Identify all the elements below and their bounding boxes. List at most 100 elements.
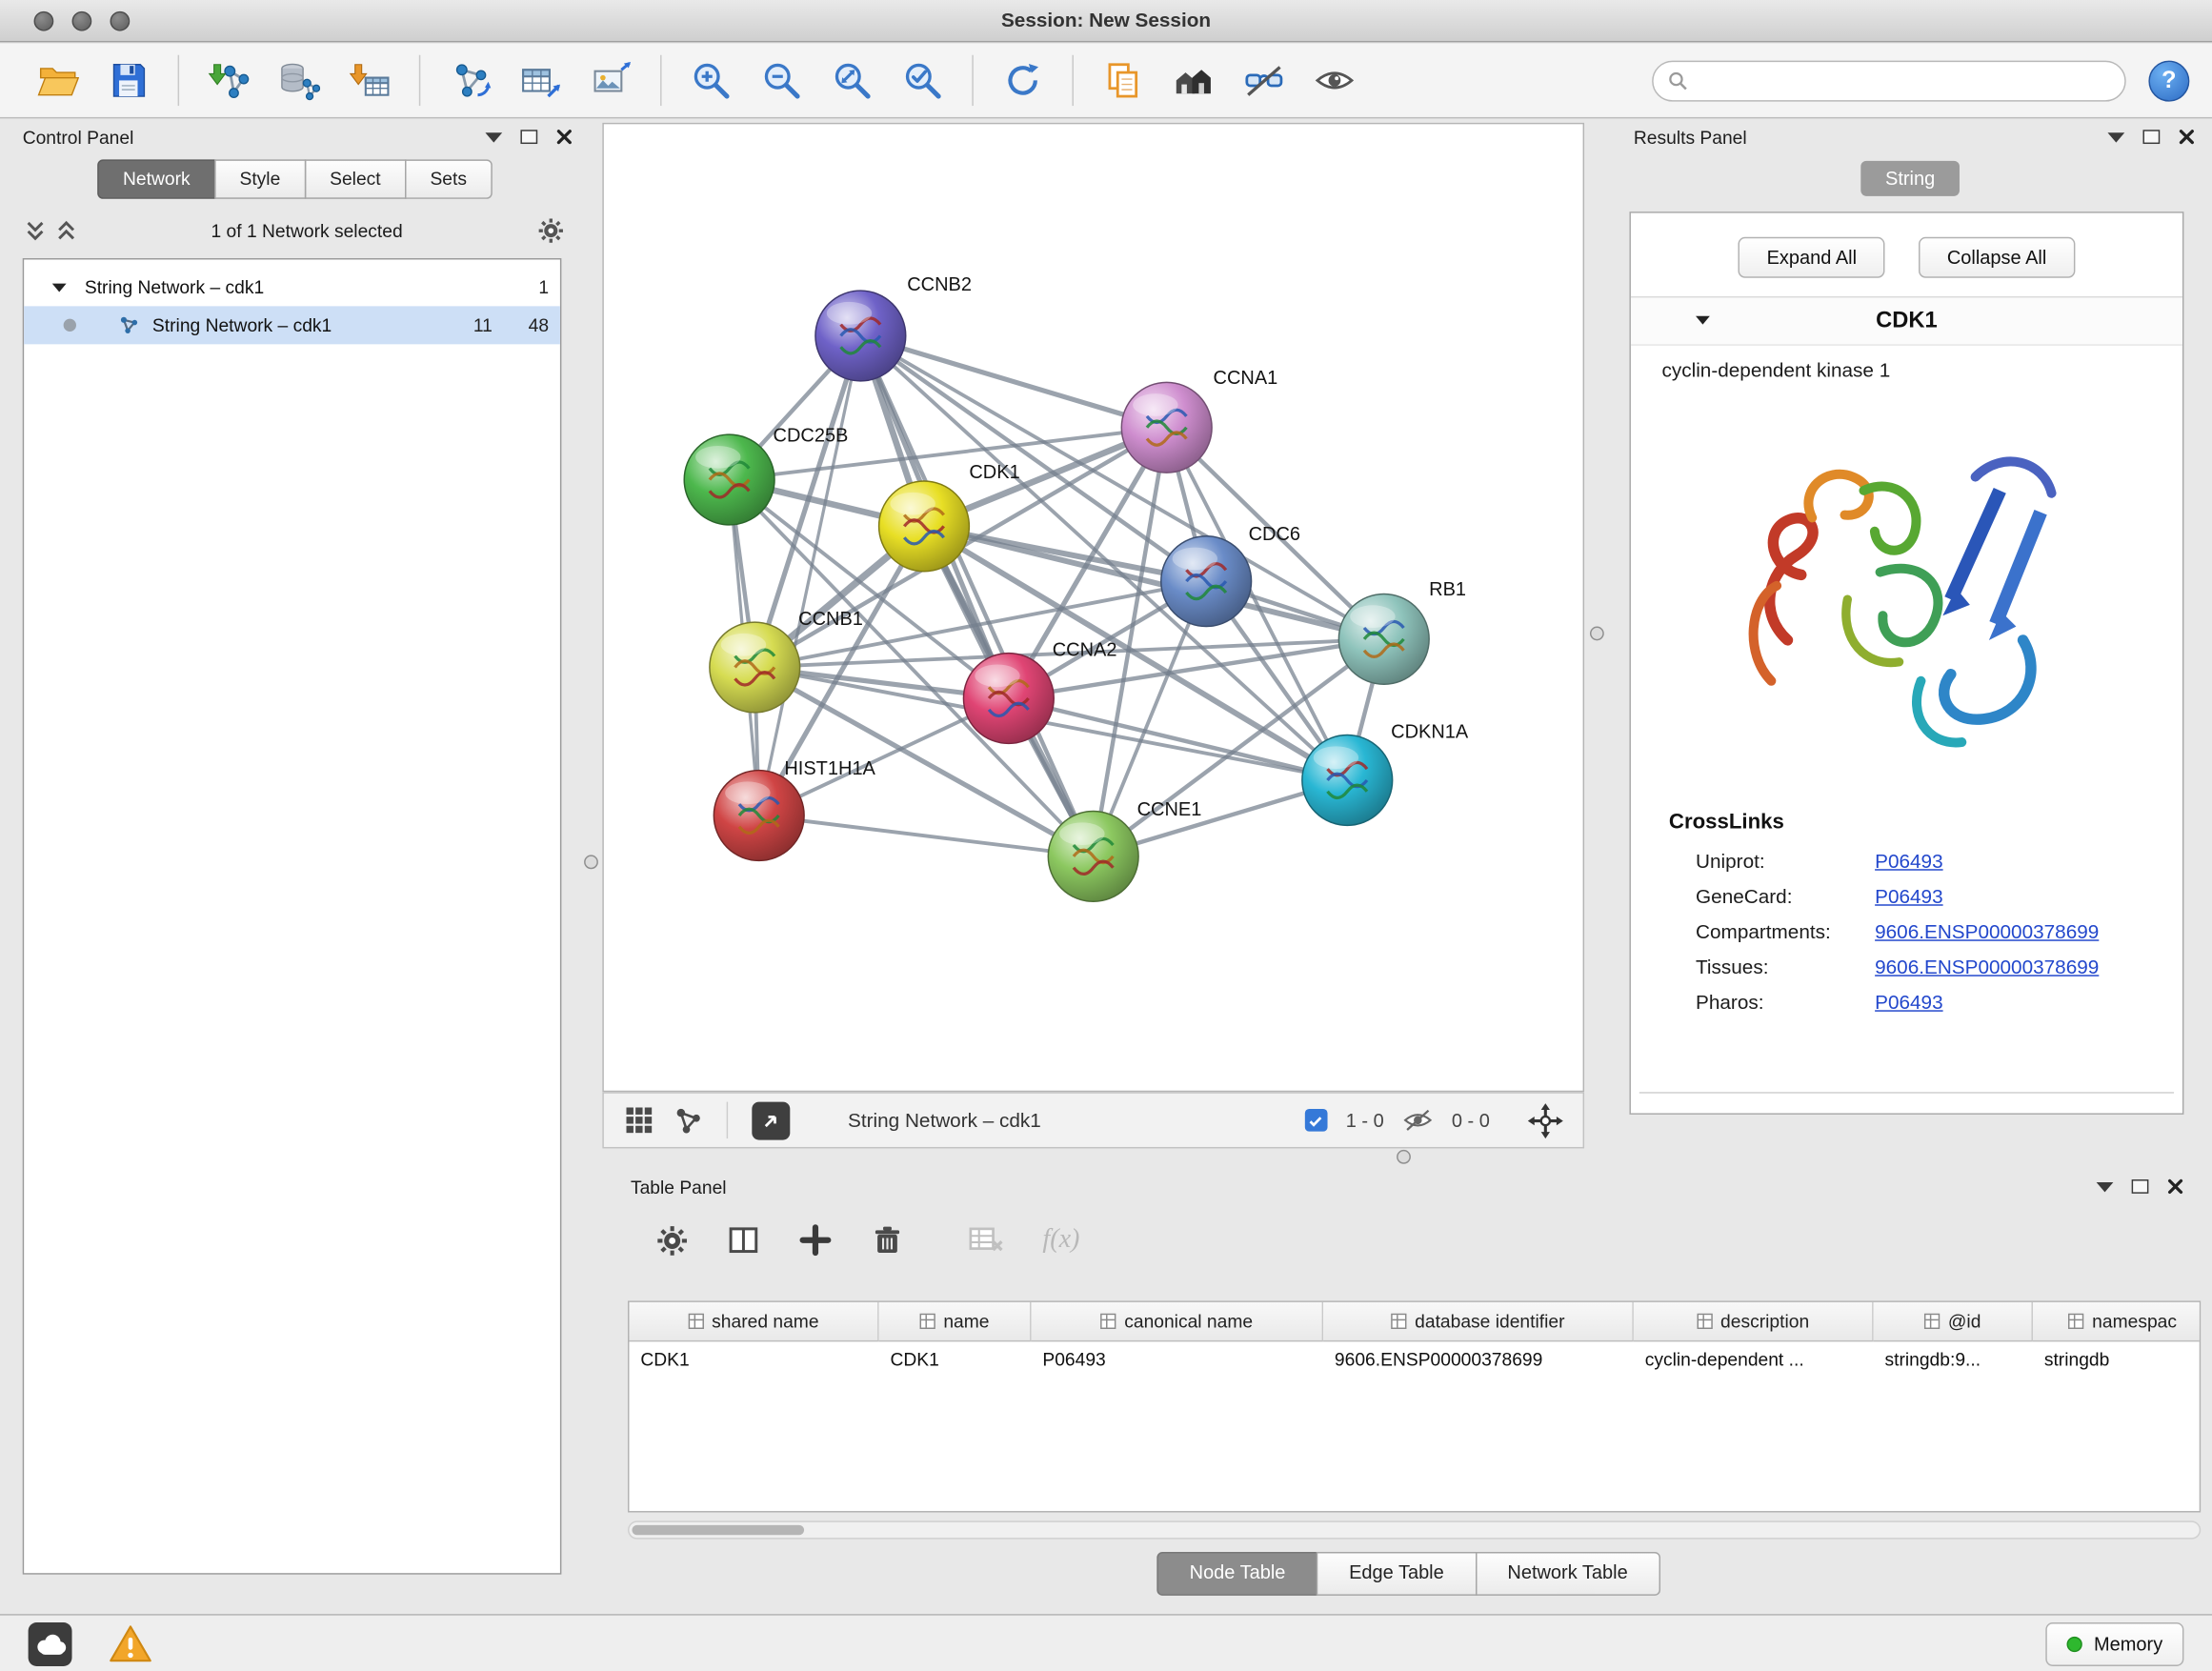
panel-menu-icon[interactable] — [2107, 131, 2124, 141]
warnings-button[interactable] — [109, 1623, 152, 1664]
zoom-in-button[interactable] — [683, 50, 739, 110]
tab-string[interactable]: String — [1861, 161, 1960, 196]
table-cell[interactable]: stringdb — [2033, 1341, 2201, 1379]
network-options-gear-icon[interactable] — [537, 216, 564, 243]
protein-section-header[interactable]: CDK1 — [1631, 297, 2182, 345]
table-horizontal-scrollbar[interactable] — [628, 1520, 2201, 1539]
table-cell[interactable]: stringdb:9... — [1874, 1341, 2033, 1379]
column-header-name[interactable]: name — [879, 1302, 1032, 1341]
refresh-layout-icon — [1001, 59, 1043, 101]
float-panel-icon[interactable] — [520, 130, 537, 144]
network-edge[interactable] — [759, 815, 1094, 856]
zoom-out-button[interactable] — [754, 50, 810, 110]
open-session-button[interactable] — [30, 50, 86, 110]
table-options-gear-icon[interactable] — [656, 1224, 689, 1257]
crosslink-link[interactable]: P06493 — [1875, 884, 1942, 907]
window-close-button[interactable] — [34, 11, 54, 31]
home-houses-icon — [1173, 59, 1215, 101]
delete-column-trash-icon[interactable] — [871, 1223, 905, 1258]
float-panel-icon[interactable] — [2132, 1179, 2149, 1194]
search-box[interactable] — [1652, 60, 2126, 101]
close-panel-icon[interactable] — [2179, 129, 2196, 146]
tab-network-table[interactable]: Network Table — [1475, 1552, 1659, 1596]
network-overview-icon[interactable] — [673, 1105, 702, 1135]
copy-button[interactable] — [1095, 50, 1151, 110]
memory-button[interactable]: Memory — [2046, 1621, 2184, 1665]
panel-menu-icon[interactable] — [2097, 1181, 2114, 1191]
search-input[interactable] — [1698, 69, 2111, 92]
collapse-all-networks-icon[interactable] — [26, 219, 46, 240]
tab-network[interactable]: Network — [97, 159, 215, 198]
column-header--id[interactable]: @id — [1874, 1302, 2033, 1341]
birdseye-grid-icon[interactable] — [624, 1105, 655, 1137]
network-canvas[interactable]: CCNB2CCNA1CDC25BCDK1CDC6RB1CCNB1CCNA2CDK… — [602, 123, 1584, 1092]
new-table-button[interactable] — [513, 50, 569, 110]
expand-all-button[interactable]: Expand All — [1739, 237, 1885, 278]
traffic-l — [34, 11, 131, 31]
network-count: 1 — [493, 276, 549, 297]
zoom-fit-button[interactable] — [824, 50, 880, 110]
save-session-button[interactable] — [100, 50, 156, 110]
bottom-splitter-handle[interactable] — [1397, 1150, 1411, 1164]
scrollbar-thumb[interactable] — [632, 1525, 804, 1535]
hide-selected-button[interactable] — [1236, 50, 1292, 110]
import-table-file-button[interactable] — [341, 50, 397, 110]
table-row[interactable]: CDK1CDK1P064939606.ENSP00000378699cyclin… — [629, 1341, 2199, 1379]
window-title: Session: New Session — [0, 0, 2212, 41]
window-minimize-button[interactable] — [72, 11, 92, 31]
tab-edge-table[interactable]: Edge Table — [1317, 1552, 1477, 1596]
import-network-database-button[interactable] — [271, 50, 327, 110]
cloud-button[interactable] — [29, 1621, 72, 1665]
tab-style[interactable]: Style — [214, 159, 306, 198]
crosslink-link[interactable]: P06493 — [1875, 990, 1942, 1013]
help-button[interactable]: ? — [2148, 60, 2189, 101]
table-cell[interactable]: CDK1 — [879, 1341, 1032, 1379]
window-zoom-button[interactable] — [111, 11, 131, 31]
tree-expander-icon[interactable] — [52, 283, 67, 292]
fit-content-crosshair-icon[interactable] — [1528, 1102, 1563, 1137]
new-network-button[interactable] — [442, 50, 498, 110]
expand-all-networks-icon[interactable] — [56, 219, 76, 240]
right-splitter-handle[interactable] — [1590, 627, 1604, 641]
show-columns-icon[interactable] — [727, 1223, 761, 1258]
apply-layout-button[interactable] — [995, 50, 1051, 110]
close-panel-icon[interactable] — [2167, 1178, 2184, 1196]
network-edge[interactable] — [860, 335, 1093, 856]
table-cell[interactable]: 9606.ENSP00000378699 — [1323, 1341, 1634, 1379]
import-network-icon — [208, 59, 250, 101]
network-graph[interactable]: CCNB2CCNA1CDC25BCDK1CDC6RB1CCNB1CCNA2CDK… — [604, 124, 1583, 1090]
network-edge[interactable] — [860, 335, 1166, 427]
add-column-plus-icon[interactable] — [798, 1223, 833, 1258]
column-header-canonical-name[interactable]: canonical name — [1032, 1302, 1324, 1341]
import-network-file-button[interactable] — [200, 50, 256, 110]
crosslink-link[interactable]: P06493 — [1875, 849, 1942, 872]
export-image-button[interactable] — [583, 50, 639, 110]
column-header-database-identifier[interactable]: database identifier — [1323, 1302, 1634, 1341]
float-panel-icon[interactable] — [2142, 130, 2160, 144]
column-header-shared-name[interactable]: shared name — [629, 1302, 878, 1341]
home-button[interactable] — [1165, 50, 1221, 110]
network-tree: String Network – cdk1 1 String Network –… — [23, 258, 562, 1575]
table-cell[interactable]: cyclin-dependent ... — [1634, 1341, 1874, 1379]
network-edge[interactable] — [759, 335, 861, 815]
network-collection-row[interactable]: String Network – cdk1 1 — [24, 268, 560, 306]
table-cell[interactable]: P06493 — [1032, 1341, 1324, 1379]
left-splitter-handle[interactable] — [584, 855, 598, 869]
crosslink-link[interactable]: 9606.ENSP00000378699 — [1875, 919, 2099, 942]
panel-menu-icon[interactable] — [485, 131, 502, 141]
show-all-button[interactable] — [1306, 50, 1362, 110]
tab-sets[interactable]: Sets — [405, 159, 493, 198]
detach-view-button[interactable] — [752, 1101, 790, 1139]
column-header-description[interactable]: description — [1634, 1302, 1874, 1341]
tab-select[interactable]: Select — [304, 159, 406, 198]
zoom-selected-button[interactable] — [895, 50, 951, 110]
network-row-selected[interactable]: String Network – cdk1 11 48 — [24, 306, 560, 344]
column-header-namespac[interactable]: namespac — [2033, 1302, 2201, 1341]
section-expander-icon[interactable] — [1696, 316, 1710, 325]
application-window: Session: New Session ? Con — [0, 0, 2212, 1671]
collapse-all-button[interactable]: Collapse All — [1919, 237, 2075, 278]
close-panel-icon[interactable] — [555, 129, 573, 146]
tab-node-table[interactable]: Node Table — [1157, 1552, 1318, 1596]
crosslink-link[interactable]: 9606.ENSP00000378699 — [1875, 955, 2099, 977]
table-cell[interactable]: CDK1 — [629, 1341, 878, 1379]
